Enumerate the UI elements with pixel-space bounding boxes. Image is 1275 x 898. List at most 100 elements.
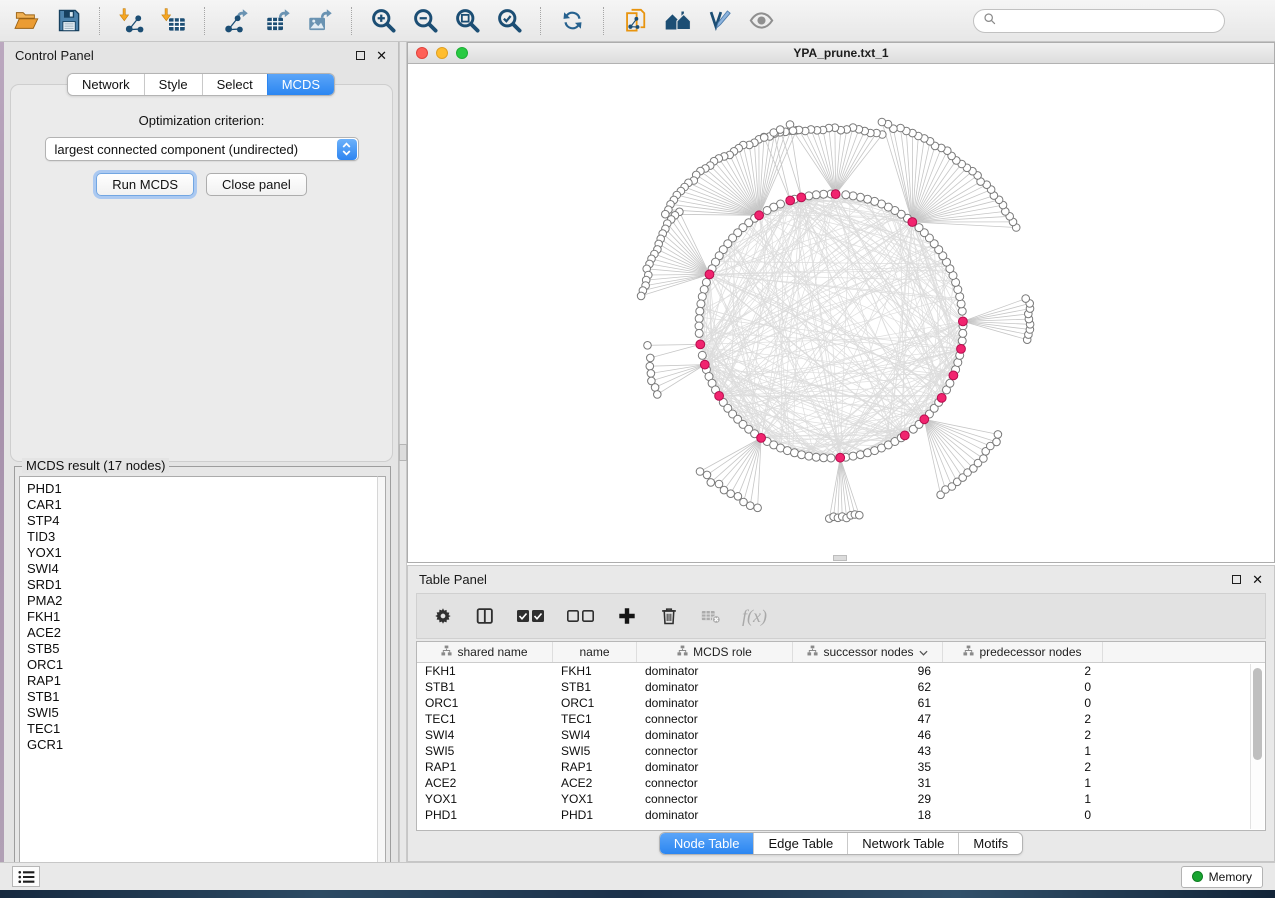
table-row[interactable]: STB1STB1dominator620	[417, 679, 1265, 695]
mcds-result-item[interactable]: STP4	[27, 513, 385, 529]
table-row[interactable]: ORC1ORC1dominator610	[417, 695, 1265, 711]
close-window-icon[interactable]	[416, 47, 428, 59]
run-mcds-button[interactable]: Run MCDS	[96, 173, 194, 196]
export-image-icon[interactable]	[304, 5, 336, 37]
cell-predecessor-nodes: 2	[943, 759, 1103, 775]
network-titlebar[interactable]: YPA_prune.txt_1	[408, 43, 1274, 64]
tab-mcds[interactable]: MCDS	[267, 74, 334, 95]
minimize-window-icon[interactable]	[436, 47, 448, 59]
close-panel-button[interactable]: Close panel	[206, 173, 307, 196]
close-panel-icon[interactable]: ✕	[376, 49, 387, 62]
mcds-result-item[interactable]: SWI5	[27, 705, 385, 721]
refresh-icon[interactable]	[556, 5, 588, 37]
hierarchy-icon	[441, 645, 452, 659]
mcds-result-item[interactable]: TEC1	[27, 721, 385, 737]
horizontal-splitter-handle[interactable]	[833, 555, 847, 561]
zoom-out-icon[interactable]	[409, 5, 441, 37]
table-row[interactable]: FKH1FKH1dominator962	[417, 663, 1265, 679]
tab-edge-table[interactable]: Edge Table	[753, 833, 847, 854]
cell-successor-nodes: 62	[793, 679, 943, 695]
tab-motifs[interactable]: Motifs	[958, 833, 1022, 854]
show-columns-icon[interactable]	[474, 605, 496, 627]
tab-select[interactable]: Select	[202, 74, 267, 95]
delete-columns-icon[interactable]	[658, 605, 680, 627]
zoom-fit-icon[interactable]	[451, 5, 483, 37]
table-tabs: Node TableEdge TableNetwork TableMotifs	[408, 832, 1274, 855]
create-column-icon[interactable]	[616, 605, 638, 627]
mcds-result-list[interactable]: PHD1CAR1STP4TID3YOX1SWI4SRD1PMA2FKH1ACE2…	[19, 476, 386, 875]
hide-graphics-details-icon[interactable]	[703, 5, 735, 37]
table-scrollbar-thumb[interactable]	[1253, 668, 1262, 760]
show-graphics-details-icon[interactable]	[745, 5, 777, 37]
mcds-result-item[interactable]: SWI4	[27, 561, 385, 577]
cell-shared-name: SWI5	[417, 743, 553, 759]
table-scrollbar[interactable]	[1250, 664, 1264, 829]
first-neighbors-icon[interactable]	[661, 5, 693, 37]
mcds-result-item[interactable]: SRD1	[27, 577, 385, 593]
export-network-icon[interactable]	[220, 5, 252, 37]
export-table-icon[interactable]	[262, 5, 294, 37]
save-session-icon[interactable]	[52, 5, 84, 37]
table-row[interactable]: ACE2ACE2connector311	[417, 775, 1265, 791]
column-header-mcds-role[interactable]: MCDS role	[637, 642, 793, 662]
search-input[interactable]	[1002, 14, 1215, 28]
table-row[interactable]: TEC1TEC1connector472	[417, 711, 1265, 727]
optimization-criterion-dropdown[interactable]: largest connected component (undirected)	[45, 137, 359, 161]
mcds-result-item[interactable]: YOX1	[27, 545, 385, 561]
mcds-result-item[interactable]: RAP1	[27, 673, 385, 689]
import-network-icon[interactable]	[115, 5, 147, 37]
close-table-panel-icon[interactable]: ✕	[1252, 573, 1263, 586]
mcds-result-item[interactable]: CAR1	[27, 497, 385, 513]
tab-network-table[interactable]: Network Table	[847, 833, 958, 854]
mcds-result-scrollbar[interactable]	[377, 476, 386, 875]
memory-button[interactable]: Memory	[1181, 866, 1263, 888]
table-row[interactable]: YOX1YOX1connector291	[417, 791, 1265, 807]
column-header-predecessor-nodes[interactable]: predecessor nodes	[943, 642, 1103, 662]
mcds-result-item[interactable]: GCR1	[27, 737, 385, 753]
import-table-icon[interactable]	[157, 5, 189, 37]
table-row[interactable]: PHD1PHD1dominator180	[417, 807, 1265, 823]
cell-shared-name: STB1	[417, 679, 553, 695]
table-row[interactable]: SWI4SWI4dominator462	[417, 727, 1265, 743]
window-traffic-lights	[416, 47, 468, 59]
network-canvas[interactable]	[408, 64, 1274, 562]
mcds-result-item[interactable]: FKH1	[27, 609, 385, 625]
mcds-result-item[interactable]: STB5	[27, 641, 385, 657]
mcds-result-item[interactable]: PHD1	[27, 481, 385, 497]
column-header-name[interactable]: name	[553, 642, 637, 662]
cell-name: ACE2	[553, 775, 637, 791]
cell-mcds-role: connector	[637, 791, 793, 807]
zoom-window-icon[interactable]	[456, 47, 468, 59]
cell-shared-name: YOX1	[417, 791, 553, 807]
select-all-rows-icon[interactable]	[516, 606, 546, 626]
tab-node-table[interactable]: Node Table	[660, 833, 754, 854]
mcds-result-item[interactable]: STB1	[27, 689, 385, 705]
function-builder-icon: f(x)	[742, 606, 767, 627]
mcds-result-item[interactable]: ORC1	[27, 657, 385, 673]
vertical-splitter-handle[interactable]	[399, 444, 407, 461]
new-network-from-selection-icon[interactable]	[619, 5, 651, 37]
cell-predecessor-nodes: 2	[943, 663, 1103, 679]
table-row[interactable]: RAP1RAP1dominator352	[417, 759, 1265, 775]
column-header-successor-nodes[interactable]: successor nodes	[793, 642, 943, 662]
tab-style[interactable]: Style	[144, 74, 202, 95]
table-panel-title: Table Panel	[419, 572, 487, 587]
sort-chevron-icon[interactable]	[919, 645, 928, 659]
open-file-icon[interactable]	[10, 5, 42, 37]
mcds-result-item[interactable]: PMA2	[27, 593, 385, 609]
cell-shared-name: PHD1	[417, 807, 553, 823]
task-history-button[interactable]	[12, 866, 40, 887]
float-panel-icon[interactable]	[356, 51, 365, 60]
mcds-result-item[interactable]: TID3	[27, 529, 385, 545]
cell-name: SWI5	[553, 743, 637, 759]
mcds-result-item[interactable]: ACE2	[27, 625, 385, 641]
float-table-panel-icon[interactable]	[1232, 575, 1241, 584]
column-header-shared-name[interactable]: shared name	[417, 642, 553, 662]
zoom-in-icon[interactable]	[367, 5, 399, 37]
table-settings-icon[interactable]	[432, 605, 454, 627]
table-row[interactable]: SWI5SWI5connector431	[417, 743, 1265, 759]
tab-network[interactable]: Network	[68, 74, 144, 95]
search-box[interactable]	[973, 9, 1225, 33]
zoom-selected-icon[interactable]	[493, 5, 525, 37]
deselect-all-rows-icon[interactable]	[566, 606, 596, 626]
